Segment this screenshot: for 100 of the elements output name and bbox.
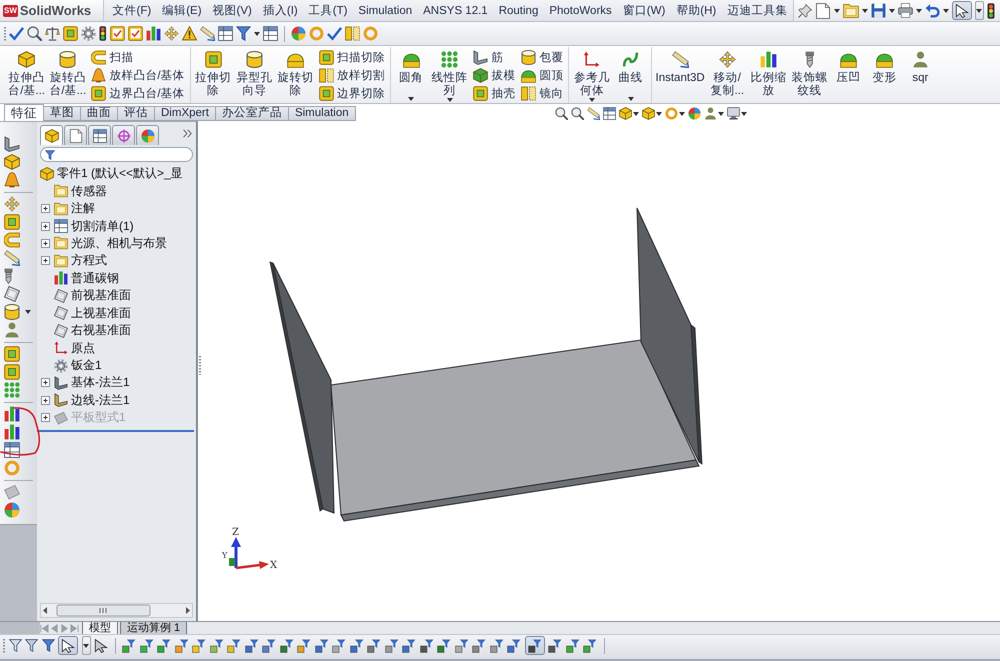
ribbon-button[interactable]: 镜向 xyxy=(519,84,566,102)
magnifier-icon[interactable] xyxy=(27,26,42,41)
move-arrows-icon[interactable] xyxy=(4,196,20,212)
magnifier-icon[interactable] xyxy=(571,107,584,120)
ribbon-tab[interactable]: DimXpert xyxy=(154,106,216,121)
caret-icon[interactable] xyxy=(834,8,840,12)
ribbon-button[interactable]: 放样切割 xyxy=(317,66,388,84)
filter-icon[interactable] xyxy=(157,638,171,652)
chevrons-icon[interactable] xyxy=(183,129,192,138)
ribbon-button[interactable]: sqr xyxy=(903,47,938,103)
tree-item[interactable]: 普通碳钢 xyxy=(54,270,121,287)
table-icon[interactable] xyxy=(218,26,232,41)
ribbon-button[interactable]: 旋转凸台/基... xyxy=(48,47,88,103)
monitor-icon[interactable] xyxy=(727,107,740,120)
document-icon[interactable] xyxy=(814,2,831,18)
save-icon[interactable] xyxy=(870,3,886,18)
flat-sheet-icon[interactable] xyxy=(4,484,20,500)
ribbon-button[interactable]: 拉伸切除 xyxy=(194,47,233,103)
filter-field[interactable] xyxy=(40,147,193,162)
tree-item[interactable]: 边线-法兰1 xyxy=(54,392,132,409)
expand-icon[interactable] xyxy=(41,222,50,231)
tree-item[interactable]: 传感器 xyxy=(54,182,109,200)
bars-icon[interactable] xyxy=(4,406,20,422)
person-icon[interactable] xyxy=(704,107,717,120)
expand-icon[interactable] xyxy=(41,378,50,388)
sphere-icon[interactable] xyxy=(290,26,306,41)
ribbon-button[interactable]: 扫描切除 xyxy=(317,48,388,66)
ribbon-button[interactable]: 放样凸台/基体 xyxy=(89,66,187,84)
ribbon-button[interactable]: 拔模 xyxy=(471,66,518,84)
filter-icon[interactable] xyxy=(192,638,206,652)
filter-icon[interactable] xyxy=(472,638,486,652)
filter-icon[interactable] xyxy=(297,638,311,652)
ribbon-tab[interactable]: 评估 xyxy=(117,106,155,121)
ruler-icon[interactable] xyxy=(4,250,20,266)
table-icon[interactable] xyxy=(262,26,278,41)
cube-icon[interactable] xyxy=(642,107,655,120)
mirror-icon[interactable] xyxy=(344,26,360,41)
menu-item[interactable]: 窗口(W) xyxy=(617,0,671,21)
tree-item[interactable]: 上视基准面 xyxy=(54,304,133,322)
caret-icon[interactable] xyxy=(254,32,260,36)
ribbon-button[interactable]: 包覆 xyxy=(519,48,566,66)
menu-item[interactable]: 插入(I) xyxy=(257,0,304,21)
ribbon-button[interactable]: 旋转切除 xyxy=(276,47,316,103)
ribbon-button[interactable]: Instant3D xyxy=(654,47,706,103)
ribbon-button[interactable]: 圆顶 xyxy=(519,66,566,84)
filter-icon[interactable] xyxy=(174,638,188,652)
horizontal-scrollbar[interactable] xyxy=(40,603,193,618)
tree-item[interactable]: 原点 xyxy=(54,340,97,357)
table-icon[interactable] xyxy=(4,442,20,458)
ruler-icon[interactable] xyxy=(200,26,214,41)
funnel-icon[interactable] xyxy=(42,639,54,652)
select-button[interactable] xyxy=(58,636,78,655)
checkbox-icon[interactable] xyxy=(128,26,142,41)
tree-item[interactable]: 右视基准面 xyxy=(54,322,133,340)
warning-icon[interactable] xyxy=(182,26,196,41)
rollback-bar[interactable] xyxy=(37,430,194,432)
panel-tab[interactable] xyxy=(40,125,63,145)
ribbon-button[interactable]: 参考几何体 xyxy=(572,47,612,103)
ribbon-button[interactable]: 筋 xyxy=(471,48,518,66)
filter-icon[interactable] xyxy=(122,638,136,652)
filter-icon[interactable] xyxy=(490,638,504,652)
caret-icon[interactable] xyxy=(679,112,685,116)
pin-icon[interactable] xyxy=(798,4,812,18)
traffic-light-icon[interactable] xyxy=(986,2,995,18)
ruler-icon[interactable] xyxy=(587,107,600,120)
caret-icon[interactable] xyxy=(656,112,662,116)
filter-button[interactable] xyxy=(524,636,544,655)
filter-icon[interactable] xyxy=(384,638,398,652)
caret-icon[interactable] xyxy=(633,112,639,116)
bent-plate-icon[interactable] xyxy=(4,136,20,152)
ribbon-button[interactable]: 拉伸凸台/基... xyxy=(7,47,46,103)
sphere-icon[interactable] xyxy=(688,107,701,120)
filter-icon[interactable] xyxy=(244,638,258,652)
filter-icon[interactable] xyxy=(314,638,328,652)
panel-tab[interactable] xyxy=(136,125,159,145)
caret-icon[interactable] xyxy=(888,8,895,12)
menu-item[interactable]: 视图(V) xyxy=(207,0,258,21)
scale-icon[interactable] xyxy=(45,26,60,41)
ribbon-button[interactable]: 边界切除 xyxy=(317,84,388,102)
expand-icon[interactable] xyxy=(41,413,50,422)
select-button[interactable] xyxy=(952,1,972,20)
ribbon-button[interactable]: 压凹 xyxy=(831,47,866,103)
ribbon-tab[interactable]: 草图 xyxy=(43,106,81,121)
ribbon-button[interactable]: 移动/复制... xyxy=(708,47,747,103)
plane-icon[interactable] xyxy=(4,286,20,302)
table-icon[interactable] xyxy=(603,107,616,120)
filter-icon[interactable] xyxy=(367,638,381,652)
menu-item[interactable]: 文件(F) xyxy=(107,0,157,21)
filter-icon[interactable] xyxy=(437,638,451,652)
filter-icon[interactable] xyxy=(140,638,154,652)
menu-item[interactable]: Routing xyxy=(493,0,544,21)
menu-item[interactable]: 帮助(H) xyxy=(670,0,722,21)
caret-icon[interactable] xyxy=(718,112,724,116)
ribbon-button[interactable]: 曲线 xyxy=(614,47,648,103)
caret-icon[interactable] xyxy=(25,310,31,314)
filter-icon[interactable] xyxy=(402,638,416,652)
caret-icon[interactable] xyxy=(862,8,868,12)
square-icon[interactable] xyxy=(63,26,78,41)
filter-icon[interactable] xyxy=(548,638,562,652)
filter-icon[interactable] xyxy=(420,638,434,652)
